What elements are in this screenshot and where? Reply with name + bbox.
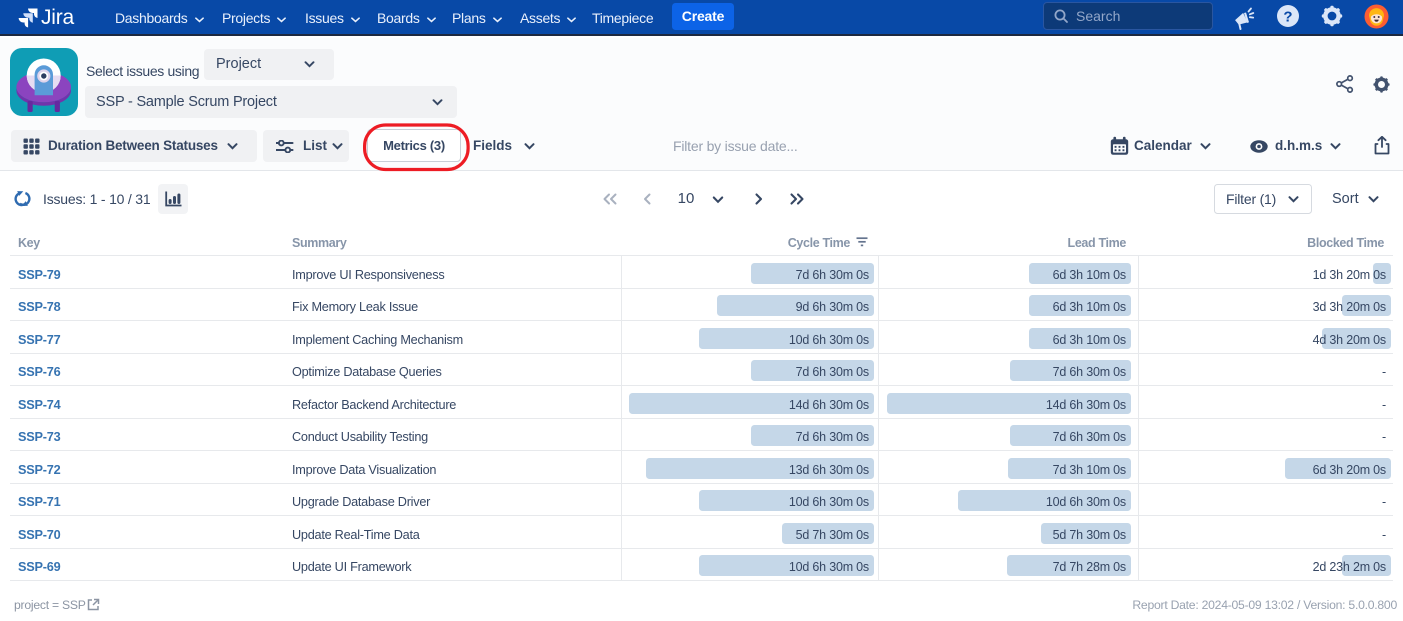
svg-text:?: ? — [1283, 9, 1292, 26]
